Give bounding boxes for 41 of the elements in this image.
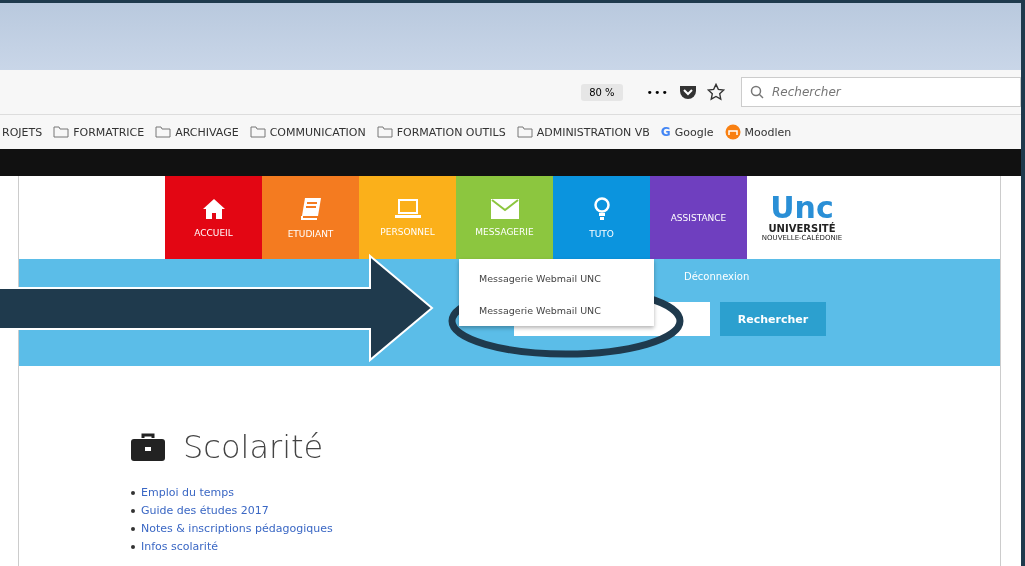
bullet-icon [131,490,135,495]
nav-menu-tile[interactable]: ASSISTANCE [650,176,747,259]
laptop-icon [393,198,422,219]
zoom-level-button[interactable]: 80 % [581,83,623,101]
folder-icon [53,126,70,138]
bullet-icon [131,526,135,531]
bookmark-link[interactable]: FORMATION OUTILS [396,125,506,139]
bookmark-link[interactable]: ADMINISTRATION VB [536,125,650,139]
bookmark-link[interactable]: Moodlen [744,125,792,139]
moodle-logo-icon [724,124,741,140]
folder-icon [155,126,172,138]
bookmark-link[interactable]: FORMATRICE [73,125,145,139]
folder-icon [516,126,533,138]
envelope-icon [490,198,519,219]
page-actions-menu-button[interactable]: ••• [646,85,669,99]
folder-icon [249,126,266,138]
pocket-icon[interactable] [679,84,697,100]
section-link[interactable]: Guide des études 2017 [141,504,269,517]
bookmark-link[interactable]: Google [674,125,714,139]
bookmark-link[interactable]: ARCHIVAGE [175,125,239,139]
home-icon [201,197,226,220]
nav-menu-tile[interactable]: ACCUEIL [165,176,262,259]
search-field[interactable]: Rechercher [741,77,1021,107]
section-heading: Scolarité [183,428,324,466]
lightbulb-icon [593,196,610,221]
section-link[interactable]: Emploi du temps [141,486,234,499]
folder-icon [376,126,393,138]
bullet-icon [131,508,135,513]
google-logo-icon: G [660,125,671,139]
dropdown-menu-item[interactable]: Messagerie Webmail UNC [479,304,601,316]
briefcase-icon [131,433,165,461]
bullet-icon [131,544,135,549]
search-input[interactable]: Rechercher [770,84,974,100]
book-icon [299,196,322,221]
bookmark-link[interactable]: COMMUNICATION [269,125,366,139]
section-link[interactable]: Notes & inscriptions pédagogiques [141,522,333,535]
dropdown-menu-item[interactable]: Messagerie Webmail UNC [479,273,601,285]
section-link[interactable]: Infos scolarité [141,540,218,553]
bookmark-link[interactable]: ROJETS [2,125,43,139]
search-icon [750,85,764,99]
star-icon[interactable] [707,83,725,101]
